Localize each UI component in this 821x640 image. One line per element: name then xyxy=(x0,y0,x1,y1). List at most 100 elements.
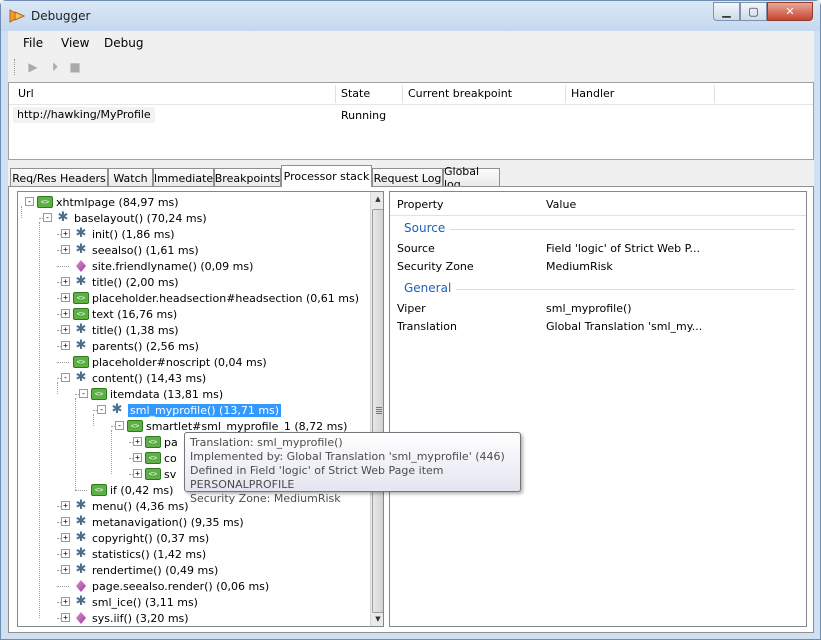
expand-icon[interactable]: + xyxy=(61,501,70,510)
expand-icon[interactable]: + xyxy=(61,245,70,254)
tree-node-label: content() (14,43 ms) xyxy=(92,371,207,385)
tree-node[interactable]: ✱ copyright() (0,37 ms) xyxy=(73,530,210,546)
expand-icon[interactable]: + xyxy=(61,613,70,622)
xml-icon: <> xyxy=(91,484,107,496)
tree-node[interactable]: ✱ statistics() (1,42 ms) xyxy=(73,546,207,562)
tab-global-log[interactable]: Global log xyxy=(443,165,500,191)
expand-icon[interactable]: + xyxy=(61,325,70,334)
tab-req-res-headers[interactable]: Req/Res Headers xyxy=(10,168,108,187)
tree-node[interactable]: ✱ baselayout() (70,24 ms) xyxy=(55,210,207,226)
tree-node[interactable]: sys.iif() (3,20 ms) xyxy=(73,610,189,626)
tab-watch[interactable]: Watch xyxy=(108,168,153,187)
minimize-button[interactable]: ▁ xyxy=(713,2,740,21)
tree-node[interactable]: <> sv xyxy=(145,466,176,482)
xml-icon: <> xyxy=(73,308,89,320)
tree-node-label: sml_ice() (3,11 ms) xyxy=(92,595,198,609)
expand-icon[interactable]: + xyxy=(61,549,70,558)
tree-line xyxy=(57,586,69,587)
tooltip-line: Translation: sml_myprofile() xyxy=(190,436,343,449)
tree-node[interactable]: ✱ init() (1,86 ms) xyxy=(73,226,175,242)
menu-debug[interactable]: Debug xyxy=(104,36,143,50)
property-value[interactable]: sml_myprofile() xyxy=(546,302,632,315)
tab-processor-stack[interactable]: Processor stack xyxy=(281,165,372,187)
expand-icon[interactable]: + xyxy=(61,341,70,350)
gear-icon: ✱ xyxy=(75,530,87,545)
column-state[interactable]: State xyxy=(341,87,370,100)
tree-node[interactable]: ✱ title() (2,00 ms) xyxy=(73,274,179,290)
grip-line xyxy=(376,413,382,414)
stop-button[interactable]: ■ xyxy=(67,59,83,75)
expand-icon[interactable]: + xyxy=(61,517,70,526)
tooltip-line: Implemented by: Global Translation 'sml_… xyxy=(190,450,505,463)
collapse-icon[interactable]: - xyxy=(43,213,52,222)
collapse-icon[interactable]: - xyxy=(115,421,124,430)
expand-icon[interactable]: + xyxy=(61,565,70,574)
value-column-header[interactable]: Value xyxy=(546,198,576,211)
tree-node[interactable]: page.seealso.render() (0,06 ms) xyxy=(73,578,269,594)
tree-node[interactable]: <> pa xyxy=(145,434,178,450)
step-button[interactable]: ⏵ xyxy=(47,59,63,75)
tab-breakpoints[interactable]: Breakpoints xyxy=(214,168,281,187)
column-current-breakpoint[interactable]: Current breakpoint xyxy=(408,87,512,100)
collapse-icon[interactable]: - xyxy=(79,389,88,398)
expand-icon[interactable]: + xyxy=(133,469,142,478)
tree-node[interactable]: ✱ content() (14,43 ms) xyxy=(73,370,207,386)
request-row[interactable]: http://hawking/MyProfile Running xyxy=(9,106,813,124)
tree-node[interactable]: <> co xyxy=(145,450,177,466)
tree-node[interactable]: ✱ sml_myprofile() (13,71 ms) xyxy=(109,402,282,418)
tree-node-label: itemdata (13,81 ms) xyxy=(110,387,224,401)
property-value[interactable]: Global Translation 'sml_my... xyxy=(546,320,702,333)
property-value[interactable]: MediumRisk xyxy=(546,260,613,273)
tree-node[interactable]: ✱ title() (1,38 ms) xyxy=(73,322,179,338)
collapse-icon[interactable]: - xyxy=(61,373,70,382)
expand-icon[interactable]: + xyxy=(133,453,142,462)
menu-view[interactable]: View xyxy=(61,36,89,50)
tree-node[interactable]: <> placeholder.headsection#headsection (0… xyxy=(73,290,359,306)
close-button[interactable]: ✕ xyxy=(767,2,813,21)
gear-icon: ✱ xyxy=(75,338,87,353)
tree-node[interactable]: <> itemdata (13,81 ms) xyxy=(91,386,223,402)
tree-node[interactable]: <> text (16,76 ms) xyxy=(73,306,177,322)
expand-icon[interactable]: + xyxy=(61,309,70,318)
expand-icon[interactable]: + xyxy=(61,293,70,302)
tree-node-label: title() (2,00 ms) xyxy=(92,275,179,289)
window-title: Debugger xyxy=(31,9,91,23)
node-tooltip: Translation: sml_myprofile() Implemented… xyxy=(184,432,521,505)
collapse-icon[interactable]: - xyxy=(25,197,34,206)
title-bar[interactable]: Debugger ▁ ▢ ✕ xyxy=(1,1,820,31)
tree-node[interactable]: ✱ sml_ice() (3,11 ms) xyxy=(73,594,198,610)
section-source: Source xyxy=(404,221,446,235)
property-value[interactable]: Field 'logic' of Strict Web P... xyxy=(546,242,700,255)
tree-node[interactable]: ✱ metanavigation() (9,35 ms) xyxy=(73,514,244,530)
tree-node[interactable]: ✱ menu() (4,36 ms) xyxy=(73,498,189,514)
expand-icon[interactable]: + xyxy=(61,597,70,606)
scroll-thumb[interactable] xyxy=(372,209,383,613)
property-column-header[interactable]: Property xyxy=(397,198,444,211)
column-handler[interactable]: Handler xyxy=(571,87,614,100)
run-button[interactable]: ▶ xyxy=(25,59,41,75)
menu-file[interactable]: File xyxy=(23,36,43,50)
tree-node[interactable]: <> if (0,42 ms) xyxy=(91,482,173,498)
expand-icon[interactable]: + xyxy=(61,277,70,286)
column-url[interactable]: Url xyxy=(18,87,34,100)
scroll-up-arrow-icon[interactable]: ▲ xyxy=(371,192,383,206)
tree-scrollbar[interactable]: ▲ ▼ xyxy=(370,192,383,626)
tree-node[interactable]: ✱ rendertime() (0,49 ms) xyxy=(73,562,219,578)
expand-icon[interactable]: + xyxy=(133,437,142,446)
tree-node[interactable]: site.friendlyname() (0,09 ms) xyxy=(73,258,253,274)
processor-stack-tree[interactable]: ▲ ▼ - <> xhtmlpage (84,97 ms) - ✱ baselayout(… xyxy=(17,191,384,627)
section-divider xyxy=(456,289,795,290)
property-grid: Property Value Source Source Field 'logi… xyxy=(389,191,807,627)
tree-node[interactable]: ✱ seealso() (1,61 ms) xyxy=(73,242,199,258)
scroll-down-arrow-icon[interactable]: ▼ xyxy=(371,612,383,626)
expand-icon[interactable]: + xyxy=(61,533,70,542)
collapse-icon[interactable]: - xyxy=(97,405,106,414)
tab-immediate[interactable]: Immediate xyxy=(153,168,214,187)
tree-node[interactable]: <> placeholder#noscript (0,04 ms) xyxy=(73,354,267,370)
tab-request-log[interactable]: Request Log xyxy=(372,168,443,187)
tree-node[interactable]: <> xhtmlpage (84,97 ms) xyxy=(37,194,179,210)
maximize-button[interactable]: ▢ xyxy=(740,2,767,21)
tree-node[interactable]: ✱ parents() (2,56 ms) xyxy=(73,338,199,354)
toolbar-grip xyxy=(14,59,17,75)
expand-icon[interactable]: + xyxy=(61,229,70,238)
